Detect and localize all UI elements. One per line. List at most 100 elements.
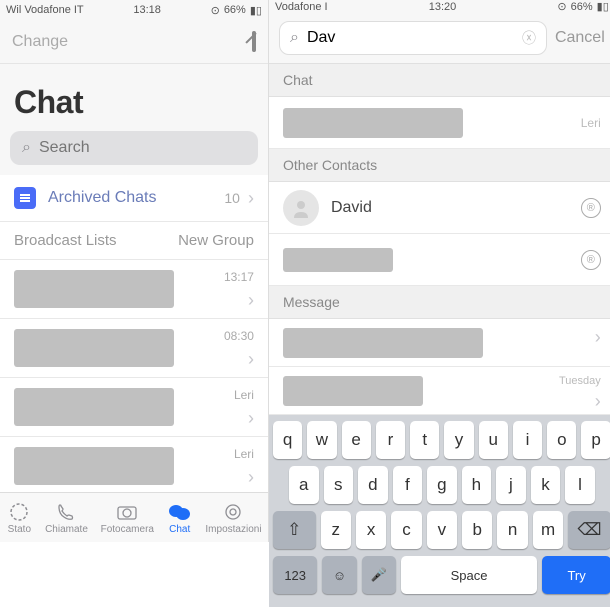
- message-row[interactable]: ›: [269, 319, 610, 367]
- key-p[interactable]: p: [581, 421, 610, 459]
- search-input[interactable]: [39, 139, 246, 157]
- nav-bar: Change: [0, 20, 268, 64]
- chat-preview-redacted: [14, 447, 174, 485]
- tab-label: Chiamate: [45, 524, 88, 535]
- status-time: 13:20: [429, 1, 457, 13]
- search-field[interactable]: ⌕ ⓧ: [279, 21, 547, 55]
- tab-status[interactable]: Stato: [6, 501, 32, 535]
- chat-row[interactable]: 13:17›: [0, 260, 268, 319]
- tab-label: Fotocamera: [101, 524, 154, 535]
- key-v[interactable]: v: [427, 511, 457, 549]
- new-group-button[interactable]: New Group: [178, 232, 254, 249]
- key-shift[interactable]: ⇧: [273, 511, 316, 549]
- info-badge-icon[interactable]: ®: [581, 198, 601, 218]
- clear-icon[interactable]: ⓧ: [522, 28, 536, 48]
- chevron-right-icon: ›: [248, 290, 254, 311]
- page-title: Chat: [0, 64, 268, 131]
- key-u[interactable]: u: [479, 421, 508, 459]
- key-m[interactable]: m: [533, 511, 563, 549]
- status-icon: [6, 501, 32, 523]
- chat-time: Leri: [234, 388, 254, 402]
- chat-result-row[interactable]: Leri: [269, 97, 610, 149]
- gear-icon: [220, 501, 246, 523]
- chevron-right-icon: ›: [595, 327, 601, 348]
- chat-time: 08:30: [224, 329, 254, 343]
- key-mic[interactable]: 🎤: [362, 556, 396, 594]
- key-s[interactable]: s: [324, 466, 354, 504]
- key-i[interactable]: i: [513, 421, 542, 459]
- battery-shape-icon: ▮▯: [597, 0, 609, 13]
- search-input[interactable]: [307, 29, 514, 47]
- key-k[interactable]: k: [531, 466, 561, 504]
- phone-icon: [53, 501, 79, 523]
- battery-icon: ⊙: [557, 0, 566, 13]
- cancel-button[interactable]: Cancel: [555, 29, 605, 47]
- key-e[interactable]: e: [342, 421, 371, 459]
- broadcast-lists-button[interactable]: Broadcast Lists: [14, 232, 117, 249]
- section-message: Message: [269, 286, 610, 319]
- key-f[interactable]: f: [393, 466, 423, 504]
- key-t[interactable]: t: [410, 421, 439, 459]
- key-z[interactable]: z: [321, 511, 351, 549]
- carrier-label: Vodafone I: [275, 1, 328, 13]
- chat-row[interactable]: Leri›: [0, 437, 268, 492]
- compose-button[interactable]: [252, 33, 256, 51]
- info-badge-icon[interactable]: ®: [581, 250, 601, 270]
- key-backspace[interactable]: ⌫: [568, 511, 610, 549]
- avatar-icon: [283, 190, 319, 226]
- key-a[interactable]: a: [289, 466, 319, 504]
- message-row[interactable]: Tuesday›: [269, 367, 610, 415]
- contact-row[interactable]: David ®: [269, 182, 610, 234]
- contact-row[interactable]: ®: [269, 234, 610, 286]
- battery-label: 66%: [571, 1, 593, 13]
- key-g[interactable]: g: [427, 466, 457, 504]
- change-button[interactable]: Change: [12, 33, 68, 51]
- key-emoji[interactable]: ☺: [322, 556, 356, 594]
- chevron-right-icon: ›: [248, 408, 254, 429]
- archived-count: 10: [224, 190, 240, 206]
- chat-row[interactable]: Leri ›: [0, 378, 268, 437]
- key-d[interactable]: d: [358, 466, 388, 504]
- chat-list: 13:17› 08:30› Leri› Leri› Ieri›: [0, 260, 268, 492]
- key-r[interactable]: r: [376, 421, 405, 459]
- chat-preview-redacted: [14, 329, 174, 367]
- key-o[interactable]: o: [547, 421, 576, 459]
- tab-calls[interactable]: Chiamate: [45, 501, 88, 535]
- keyboard-row: a s d f g h j k l: [273, 466, 610, 504]
- keyboard: q w e r t y u i o p a s d f g h j k l ⇧ …: [269, 415, 610, 607]
- key-j[interactable]: j: [496, 466, 526, 504]
- carrier-label: Wil Vodafone IT: [6, 4, 84, 16]
- tab-chat[interactable]: Chat: [167, 501, 193, 535]
- key-c[interactable]: c: [391, 511, 421, 549]
- search-field[interactable]: ⌕: [10, 131, 258, 165]
- contact-redacted: [283, 248, 393, 272]
- key-return[interactable]: Try: [542, 556, 610, 594]
- status-bar: Vodafone I 13:20 ⊙ 66% ▮▯: [269, 0, 610, 13]
- key-w[interactable]: w: [307, 421, 336, 459]
- keyboard-row: 123 ☺ 🎤 Space Try: [273, 556, 610, 594]
- key-q[interactable]: q: [273, 421, 302, 459]
- key-h[interactable]: h: [462, 466, 492, 504]
- key-x[interactable]: x: [356, 511, 386, 549]
- tab-camera[interactable]: Fotocamera: [101, 501, 154, 535]
- key-b[interactable]: b: [462, 511, 492, 549]
- keyboard-row: q w e r t y u i o p: [273, 421, 610, 459]
- battery-label: 66%: [224, 4, 246, 16]
- contact-name: David: [331, 199, 569, 217]
- search-icon: ⌕: [290, 29, 299, 47]
- chat-preview-redacted: [14, 388, 174, 426]
- chevron-right-icon: ›: [248, 467, 254, 488]
- message-redacted: [283, 376, 423, 406]
- chat-row[interactable]: 08:30 ›: [0, 319, 268, 378]
- key-y[interactable]: y: [444, 421, 473, 459]
- key-l[interactable]: l: [565, 466, 595, 504]
- phone-right: Vodafone I 13:20 ⊙ 66% ▮▯ ⌕ ⓧ Cancel Cha…: [269, 0, 610, 542]
- archived-chats-row[interactable]: Archived Chats 10 ›: [0, 175, 268, 222]
- key-123[interactable]: 123: [273, 556, 317, 594]
- key-space[interactable]: Space: [401, 556, 538, 594]
- status-time: 13:18: [133, 4, 161, 16]
- archive-icon: [14, 187, 36, 209]
- chevron-right-icon: ›: [248, 349, 254, 370]
- tab-settings[interactable]: Impostazioni: [205, 501, 261, 535]
- key-n[interactable]: n: [497, 511, 527, 549]
